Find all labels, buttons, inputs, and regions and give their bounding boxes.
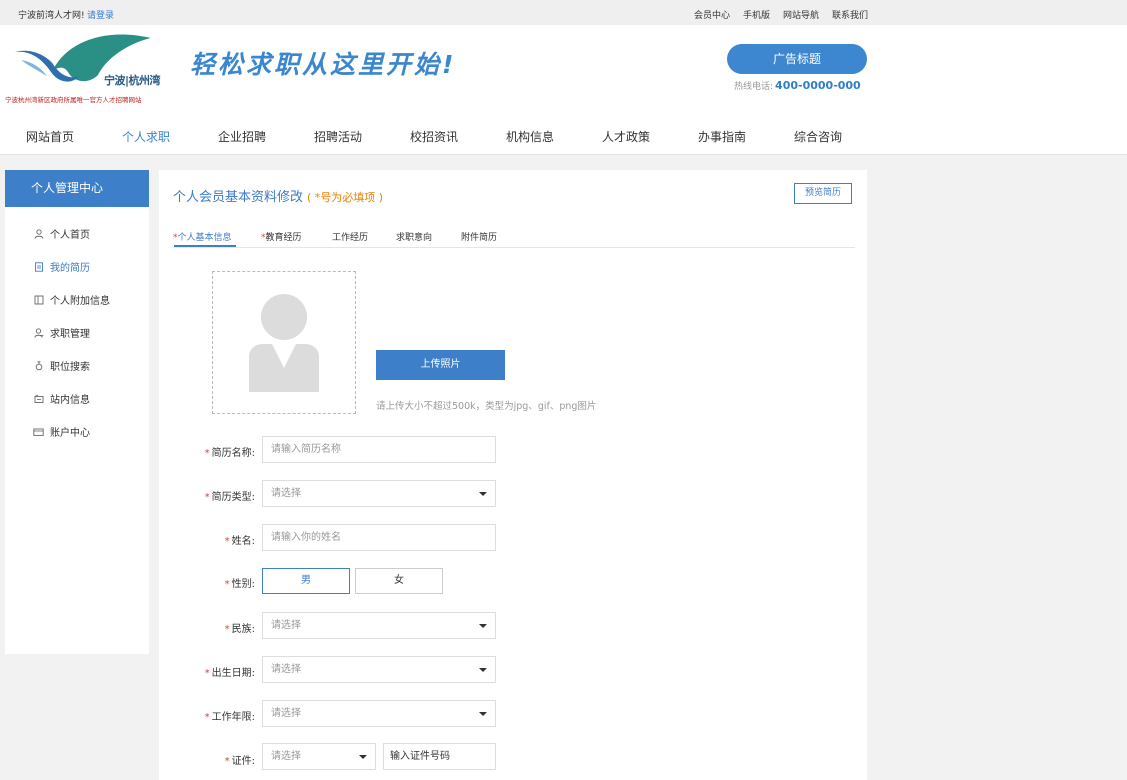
chevron-down-icon bbox=[479, 492, 487, 496]
gender-label: * 性别: bbox=[224, 579, 255, 590]
active-tab-indicator bbox=[174, 245, 236, 247]
sidebar-item-extra-info[interactable]: 个人附加信息 bbox=[33, 292, 110, 307]
sidebar-item-label: 职位搜索 bbox=[50, 362, 90, 373]
user-icon bbox=[33, 228, 44, 239]
login-link[interactable]: 请登录 bbox=[87, 8, 114, 21]
tab-label: 教育经历 bbox=[265, 233, 302, 243]
top-links: 会员中心 手机版 网站导航 联系我们 bbox=[694, 8, 868, 21]
main-panel: 个人会员基本资料修改( *号为必填项 ) 预览简历 *个人基本信息 *教育经历 … bbox=[159, 170, 867, 780]
sidebar: 个人管理中心 个人首页 我的简历 个人附加信息 求职管理 职位搜索 站内信息 账… bbox=[5, 170, 149, 654]
message-icon bbox=[33, 393, 44, 404]
logo-name: 宁波|杭州湾 bbox=[104, 74, 161, 87]
sidebar-item-label: 账户中心 bbox=[50, 428, 90, 439]
tab-attachment[interactable]: 附件简历 bbox=[461, 230, 497, 243]
preview-resume-button[interactable]: 预览简历 bbox=[794, 183, 852, 204]
sidebar-item-label: 我的简历 bbox=[50, 263, 90, 274]
slogan: 轻松求职从这里开始! bbox=[190, 50, 457, 79]
hotline: 热线电话: 400-0000-000 bbox=[734, 79, 861, 92]
ethnicity-select[interactable]: 请选择 bbox=[262, 612, 496, 639]
certificate-label: * 证件: bbox=[224, 756, 255, 767]
birth-date-select[interactable]: 请选择 bbox=[262, 656, 496, 683]
tab-education[interactable]: *教育经历 bbox=[261, 230, 302, 243]
info-icon bbox=[33, 294, 44, 305]
nav-events[interactable]: 招聘活动 bbox=[314, 128, 362, 145]
ethnicity-label: * 民族: bbox=[224, 624, 255, 635]
tab-basic-info[interactable]: *个人基本信息 bbox=[173, 230, 232, 243]
nav-institutions[interactable]: 机构信息 bbox=[506, 128, 554, 145]
sidebar-item-messages[interactable]: 站内信息 bbox=[33, 391, 90, 406]
site-nav-link[interactable]: 网站导航 bbox=[783, 8, 819, 21]
nav-policy[interactable]: 人才政策 bbox=[602, 128, 650, 145]
certificate-type-select[interactable]: 请选择 bbox=[262, 743, 376, 770]
gender-male-option[interactable]: 男 bbox=[262, 568, 350, 594]
nav-job-seeking[interactable]: 个人求职 bbox=[122, 128, 170, 145]
chevron-down-icon bbox=[359, 755, 367, 759]
tab-label: 个人基本信息 bbox=[177, 233, 232, 243]
hotline-number: 400-0000-000 bbox=[775, 79, 861, 92]
sidebar-item-account[interactable]: 账户中心 bbox=[33, 424, 90, 439]
birth-date-label: * 出生日期: bbox=[204, 668, 255, 679]
chevron-down-icon bbox=[479, 712, 487, 716]
site-logo[interactable]: 宁波|杭州湾 宁波杭州湾新区政府所属唯一官方人才招聘网站 bbox=[5, 30, 170, 104]
user-manage-icon bbox=[33, 327, 44, 338]
member-center-link[interactable]: 会员中心 bbox=[694, 8, 730, 21]
hotline-label: 热线电话: bbox=[734, 82, 774, 92]
required-note: ( *号为必填项 ) bbox=[307, 191, 384, 204]
logo-subtitle: 宁波杭州湾新区政府所属唯一官方人才招聘网站 bbox=[5, 96, 142, 104]
sidebar-item-label: 个人附加信息 bbox=[50, 296, 110, 307]
resume-name-label: * 简历名称: bbox=[204, 448, 255, 459]
contact-link[interactable]: 联系我们 bbox=[832, 8, 868, 21]
sidebar-item-job-manage[interactable]: 求职管理 bbox=[33, 325, 90, 340]
avatar-placeholder-icon bbox=[249, 294, 319, 392]
certificate-number-input[interactable]: 输入证件号码 bbox=[383, 743, 496, 770]
resume-type-select[interactable]: 请选择 bbox=[262, 480, 496, 507]
resume-icon bbox=[33, 261, 44, 272]
main-nav: 网站首页 个人求职 企业招聘 招聘活动 校招资讯 机构信息 人才政策 办事指南 … bbox=[0, 124, 900, 148]
sidebar-item-job-search[interactable]: 职位搜索 bbox=[33, 358, 90, 373]
page-title: 个人会员基本资料修改( *号为必填项 ) bbox=[173, 186, 383, 205]
sidebar-item-label: 站内信息 bbox=[50, 395, 90, 406]
form-tabs: *个人基本信息 *教育经历 工作经历 求职意向 附件简历 bbox=[173, 228, 855, 248]
mobile-link[interactable]: 手机版 bbox=[743, 8, 770, 21]
nav-consult[interactable]: 综合咨询 bbox=[794, 128, 842, 145]
photo-placeholder bbox=[212, 271, 356, 414]
nav-guide[interactable]: 办事指南 bbox=[698, 128, 746, 145]
work-years-label: * 工作年限: bbox=[204, 712, 255, 723]
account-icon bbox=[33, 426, 44, 437]
upload-photo-button[interactable]: 上传照片 bbox=[376, 350, 505, 380]
gender-female-option[interactable]: 女 bbox=[355, 568, 443, 594]
resume-name-input[interactable]: 请输入简历名称 bbox=[262, 436, 496, 463]
ad-button[interactable]: 广告标题 bbox=[727, 44, 867, 74]
welcome-text: 宁波前湾人才网! bbox=[18, 11, 85, 21]
name-label: * 姓名: bbox=[224, 536, 255, 547]
tab-intention[interactable]: 求职意向 bbox=[396, 230, 432, 243]
upload-hint: 请上传大小不超过500k，类型为jpg、gif、png图片 bbox=[376, 401, 597, 412]
sidebar-item-label: 求职管理 bbox=[50, 329, 90, 340]
sidebar-item-label: 个人首页 bbox=[50, 230, 90, 241]
site-header: 宁波|杭州湾 宁波杭州湾新区政府所属唯一官方人才招聘网站 轻松求职从这里开始! … bbox=[0, 25, 1127, 155]
nav-campus[interactable]: 校招资讯 bbox=[410, 128, 458, 145]
search-job-icon bbox=[33, 360, 44, 371]
tab-work[interactable]: 工作经历 bbox=[332, 230, 368, 243]
chevron-down-icon bbox=[479, 668, 487, 672]
sidebar-item-resume[interactable]: 我的简历 bbox=[33, 259, 90, 274]
nav-recruitment[interactable]: 企业招聘 bbox=[218, 128, 266, 145]
work-years-select[interactable]: 请选择 bbox=[262, 700, 496, 727]
top-bar: 宁波前湾人才网! 请登录 会员中心 手机版 网站导航 联系我们 bbox=[0, 0, 1127, 25]
page-title-text: 个人会员基本资料修改 bbox=[173, 190, 304, 205]
nav-home[interactable]: 网站首页 bbox=[26, 128, 74, 145]
sidebar-item-home[interactable]: 个人首页 bbox=[33, 226, 90, 241]
name-input[interactable]: 请输入你的姓名 bbox=[262, 524, 496, 551]
resume-type-label: * 简历类型: bbox=[204, 492, 255, 503]
sidebar-title: 个人管理中心 bbox=[5, 170, 149, 207]
chevron-down-icon bbox=[479, 624, 487, 628]
